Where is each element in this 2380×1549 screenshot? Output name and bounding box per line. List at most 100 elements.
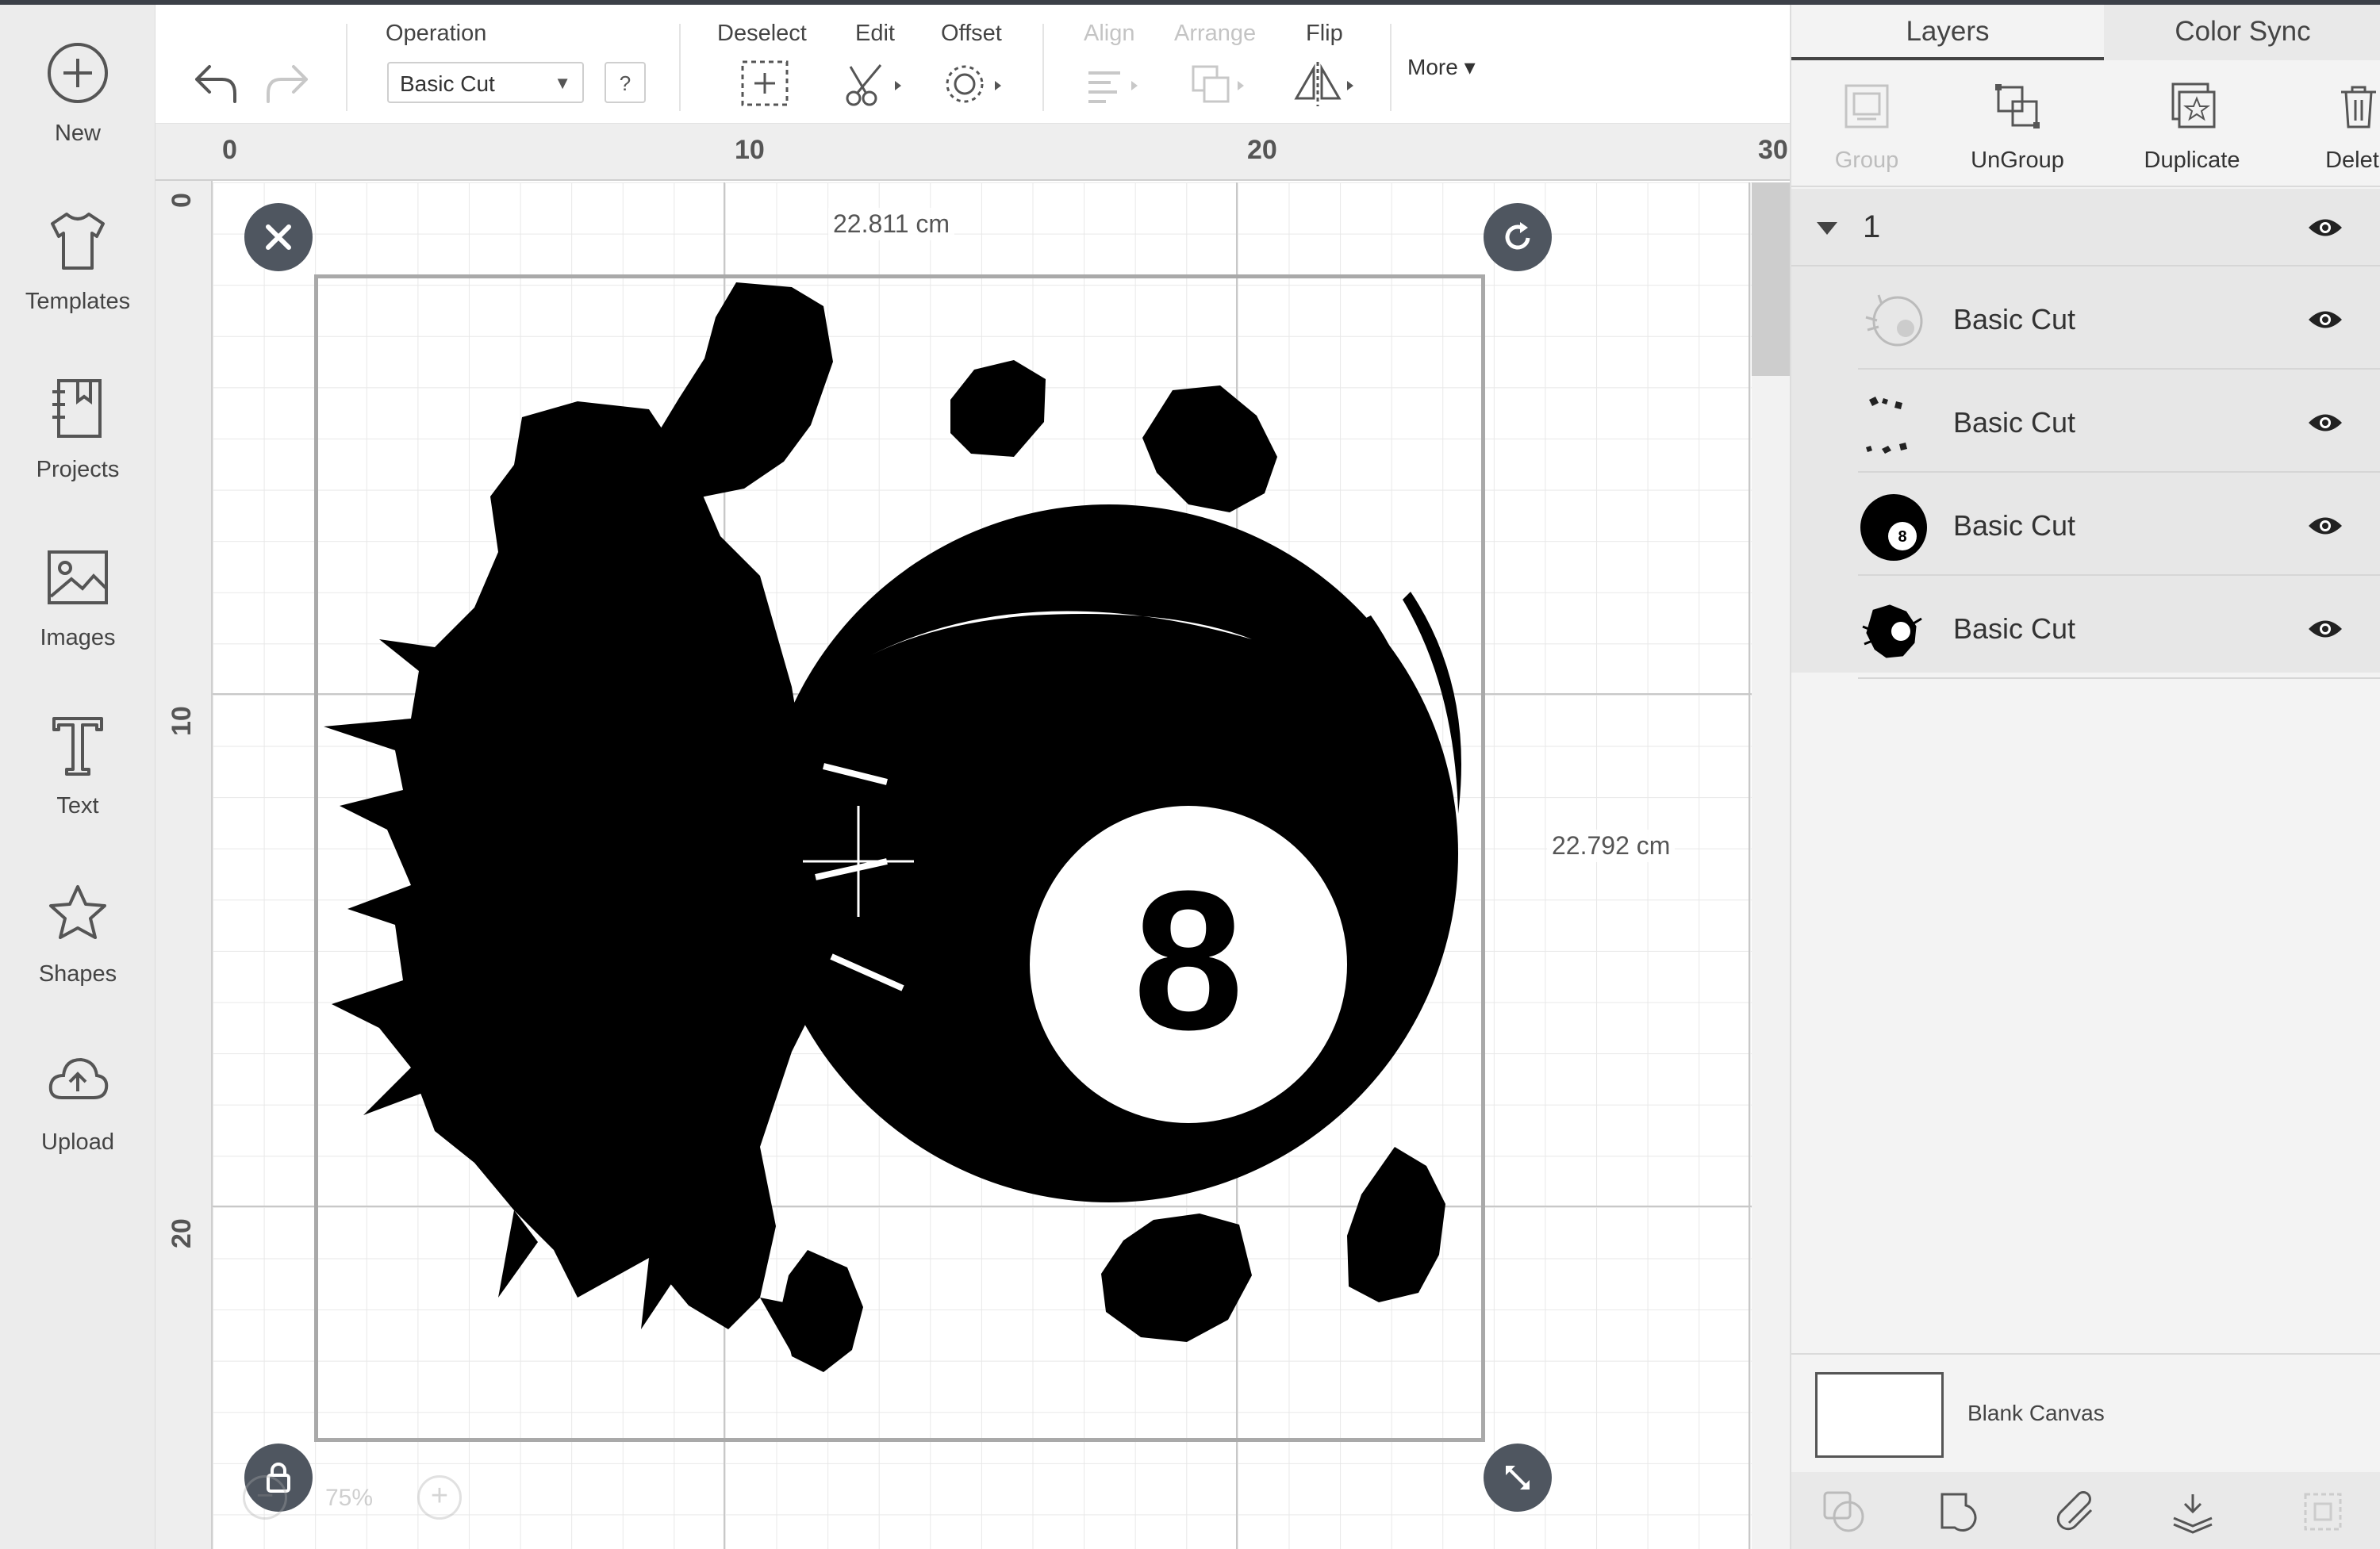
- more-button[interactable]: More ▾: [1407, 54, 1476, 80]
- layer-row[interactable]: 8 Basic Cut: [1858, 473, 2380, 576]
- layer-actions: Group UnGroup Duplicate Delete: [1791, 60, 2380, 187]
- eye-icon[interactable]: [2307, 411, 2344, 435]
- sidebar-item-text[interactable]: Text: [0, 681, 155, 831]
- toolbar-divider: [1042, 24, 1044, 111]
- layers-panel: Layers Color Sync Group UnGroup Duplicat…: [1790, 5, 2380, 1549]
- tab-color-sync[interactable]: Color Sync: [2104, 5, 2380, 60]
- offset-button[interactable]: [942, 56, 1011, 111]
- ungroup-button[interactable]: UnGroup: [1958, 68, 2077, 179]
- toolbar-divider: [346, 24, 347, 111]
- layer-thumbnail-ball: 8: [1860, 494, 1927, 561]
- undo-icon: [195, 65, 236, 103]
- align-label: Align: [1084, 21, 1135, 46]
- group-icon: [1844, 84, 1889, 128]
- ball-number: 8: [1133, 849, 1243, 1071]
- ruler-vertical: 0 10 20: [155, 181, 213, 1549]
- offset-label: Offset: [941, 21, 1002, 46]
- delete-button[interactable]: Delete: [2307, 68, 2380, 179]
- group-button[interactable]: Group: [1815, 68, 1918, 179]
- layer-name: Basic Cut: [1953, 406, 2076, 439]
- eight-ball: 8: [760, 504, 1461, 1202]
- edit-label: Edit: [855, 21, 895, 46]
- layer-row[interactable]: Basic Cut: [1858, 370, 2380, 473]
- flip-label: Flip: [1306, 21, 1343, 46]
- image-icon: [48, 550, 108, 604]
- flip-icon: [1294, 62, 1353, 106]
- sidebar-item-images[interactable]: Images: [0, 512, 155, 663]
- deselect-button[interactable]: [739, 56, 790, 111]
- sidebar-item-upload[interactable]: Upload: [0, 1017, 155, 1168]
- trash-icon: [2341, 86, 2376, 128]
- weld-icon[interactable]: [1936, 1488, 1983, 1536]
- layer-row[interactable]: Basic Cut: [1858, 576, 2380, 679]
- ungroup-icon: [1995, 84, 2040, 128]
- ruler-tick-label: 0: [167, 193, 197, 208]
- sidebar-label: New: [54, 121, 101, 146]
- operation-help-button[interactable]: ?: [605, 62, 646, 103]
- zoom-out-button[interactable]: −: [243, 1475, 287, 1520]
- sidebar-label: Projects: [36, 457, 120, 482]
- layer-thumbnail-splash: [1862, 604, 1922, 658]
- tab-layers[interactable]: Layers: [1791, 5, 2104, 60]
- canvas-scrollbar-thumb[interactable]: [1752, 182, 1790, 376]
- operation-select[interactable]: Basic Cut ▼: [387, 62, 584, 103]
- ruler-tick-label: 10: [735, 135, 765, 165]
- operation-label: Operation: [386, 21, 487, 46]
- toolbar-divider: [1390, 24, 1392, 111]
- resize-handle[interactable]: [1484, 1444, 1552, 1512]
- ruler-tick-label: 10: [167, 706, 197, 736]
- layer-group-header[interactable]: 1: [1791, 189, 2380, 266]
- delete-label: Delete: [2325, 148, 2380, 173]
- group-label: Group: [1834, 148, 1899, 173]
- eye-icon[interactable]: [2307, 617, 2344, 641]
- layer-thumbnail-wall: [1865, 294, 1923, 347]
- delete-handle[interactable]: [244, 203, 313, 271]
- shapes-icon: [49, 885, 106, 939]
- slice-icon[interactable]: [1820, 1488, 1868, 1536]
- notebook-icon: [52, 379, 102, 438]
- resize-arrows-icon: [1506, 1466, 1530, 1490]
- eight-ball-artwork[interactable]: 8: [316, 274, 1484, 1442]
- canvas-scrollbar-track[interactable]: [1752, 182, 1790, 1549]
- flatten-icon[interactable]: [2169, 1488, 2217, 1536]
- chevron-down-icon: ▾: [1464, 55, 1476, 79]
- width-dimension-label: 22.811 cm: [828, 208, 955, 240]
- layer-name: Basic Cut: [1953, 509, 2076, 542]
- eye-icon[interactable]: [2307, 514, 2344, 538]
- flip-button[interactable]: [1290, 56, 1361, 111]
- plus-circle-icon: [48, 43, 108, 103]
- zoom-in-button[interactable]: +: [417, 1475, 462, 1520]
- blank-canvas-swatch[interactable]: [1815, 1372, 1944, 1458]
- collapse-triangle-icon[interactable]: [1815, 220, 1839, 236]
- layer-row[interactable]: Basic Cut: [1858, 266, 2380, 370]
- redo-button[interactable]: [260, 56, 316, 111]
- left-sidebar: New Templates Projects Images Text Shape…: [0, 5, 155, 1549]
- cloud-upload-icon: [48, 1057, 109, 1099]
- rotate-handle[interactable]: [1484, 203, 1552, 271]
- attach-icon[interactable]: [2053, 1488, 2101, 1536]
- eye-icon[interactable]: [2307, 308, 2344, 332]
- sidebar-label: Text: [56, 793, 99, 819]
- sidebar-item-templates[interactable]: Templates: [0, 176, 155, 327]
- redo-icon: [267, 65, 308, 103]
- undo-button[interactable]: [187, 56, 243, 111]
- zoom-value: 75%: [325, 1485, 374, 1511]
- blank-canvas-row: Blank Canvas: [1791, 1353, 2380, 1470]
- scissors-pen-icon: [846, 64, 901, 106]
- arrange-icon: [1192, 65, 1244, 103]
- align-button[interactable]: [1081, 56, 1149, 111]
- ungroup-label: UnGroup: [1971, 148, 2064, 173]
- sidebar-item-shapes[interactable]: Shapes: [0, 849, 155, 999]
- deselect-icon: [741, 60, 789, 106]
- sidebar-item-projects[interactable]: Projects: [0, 344, 155, 495]
- tshirt-icon: [51, 213, 105, 270]
- duplicate-button[interactable]: Duplicate: [2125, 68, 2259, 179]
- duplicate-icon: [2171, 82, 2216, 128]
- ruler-tick-label: 0: [222, 135, 237, 165]
- sidebar-item-new[interactable]: New: [0, 8, 155, 159]
- eye-icon[interactable]: [2307, 216, 2344, 240]
- contour-icon[interactable]: [2299, 1488, 2347, 1536]
- arrange-button[interactable]: [1187, 56, 1255, 111]
- ruler-tick-label: 20: [167, 1218, 197, 1248]
- edit-button[interactable]: [843, 56, 911, 111]
